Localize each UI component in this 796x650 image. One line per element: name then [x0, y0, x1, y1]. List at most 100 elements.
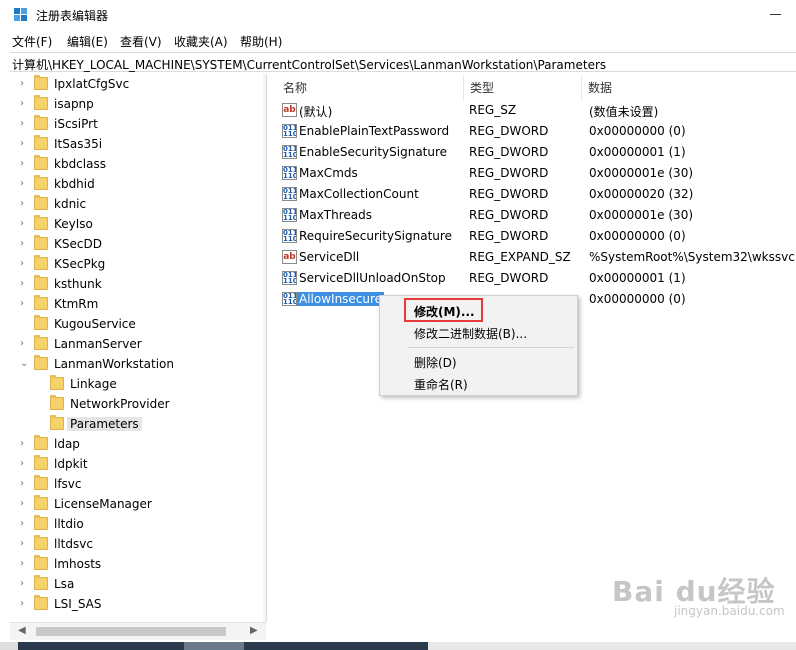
- chevron-right-icon[interactable]: ›: [20, 494, 30, 514]
- folder-icon: [34, 495, 48, 510]
- binary-value-icon: 011 110: [282, 271, 297, 285]
- binary-value-icon: 011 110: [282, 292, 297, 306]
- chevron-right-icon[interactable]: ›: [20, 434, 30, 454]
- folder-icon: [34, 335, 48, 350]
- value-row[interactable]: 011 110 RequireSecuritySignature REG_DWORD 0…: [277, 226, 796, 247]
- folder-icon: [34, 215, 48, 230]
- value-row[interactable]: 011 110 EnableSecuritySignature REG_DWORD 0x…: [277, 142, 796, 163]
- folder-open-icon: [34, 355, 48, 370]
- chevron-right-icon[interactable]: ›: [20, 94, 30, 114]
- window-title: 注册表编辑器: [36, 9, 109, 23]
- tree-vertical-scrollbar[interactable]: ▲ ▼: [263, 74, 267, 622]
- string-value-icon: ab: [282, 103, 297, 117]
- folder-icon: [34, 515, 48, 530]
- value-row[interactable]: 011 110 MaxThreads REG_DWORD 0x0000001e (30): [277, 205, 796, 226]
- menu-view[interactable]: 查看(V): [120, 33, 162, 50]
- chevron-right-icon[interactable]: ›: [20, 294, 30, 314]
- regedit-app-icon: [14, 8, 28, 22]
- value-row[interactable]: 011 110 MaxCollectionCount REG_DWORD 0x00000…: [277, 184, 796, 205]
- chevron-right-icon[interactable]: ›: [20, 454, 30, 474]
- watermark-url: jingyan.baidu.com: [674, 604, 785, 618]
- chevron-right-icon[interactable]: ›: [20, 214, 30, 234]
- tree-horizontal-scrollbar[interactable]: ◀ ▶: [10, 622, 266, 640]
- chevron-right-icon[interactable]: ›: [20, 254, 30, 274]
- folder-icon: [34, 195, 48, 210]
- menu-bar: 文件(F) 编辑(E) 查看(V) 收藏夹(A) 帮助(H): [0, 30, 796, 51]
- folder-icon: [34, 115, 48, 130]
- menu-edit[interactable]: 编辑(E): [67, 33, 108, 50]
- tree-expander: [36, 414, 46, 434]
- chevron-right-icon[interactable]: ›: [20, 534, 30, 554]
- folder-icon: [34, 555, 48, 570]
- title-bar: 注册表编辑器: [0, 0, 796, 30]
- folder-icon: [34, 175, 48, 190]
- folder-icon: [50, 375, 64, 390]
- folder-icon: [34, 575, 48, 590]
- folder-icon: [34, 455, 48, 470]
- address-path: 计算机\HKEY_LOCAL_MACHINE\SYSTEM\CurrentCon…: [12, 58, 607, 72]
- address-bar[interactable]: 计算机\HKEY_LOCAL_MACHINE\SYSTEM\CurrentCon…: [10, 52, 796, 72]
- chevron-right-icon[interactable]: ›: [20, 114, 30, 134]
- chevron-right-icon[interactable]: ›: [20, 334, 30, 354]
- highlight-annotation-box: [404, 298, 483, 322]
- value-row[interactable]: 011 110 EnablePlainTextPassword REG_DWORD 0x…: [277, 121, 796, 142]
- folder-icon: [34, 155, 48, 170]
- scroll-thumb[interactable]: [266, 92, 267, 310]
- chevron-right-icon[interactable]: ›: [20, 274, 30, 294]
- value-row[interactable]: 011 110 ServiceDllUnloadOnStop REG_DWORD 0x0…: [277, 268, 796, 289]
- chevron-right-icon[interactable]: ›: [20, 594, 30, 614]
- chevron-right-icon[interactable]: ›: [20, 574, 30, 594]
- value-row[interactable]: 011 110 MaxCmds REG_DWORD 0x0000001e (30): [277, 163, 796, 184]
- key-tree-pane: › IpxlatCfgSvc › isapnp › iScsiPrt › ItSas35…: [10, 74, 267, 622]
- menu-item-delete[interactable]: 删除(D): [414, 354, 457, 371]
- chevron-right-icon[interactable]: ›: [20, 194, 30, 214]
- binary-value-icon: 011 110: [282, 124, 297, 138]
- folder-icon: [34, 475, 48, 490]
- folder-icon: [34, 295, 48, 310]
- folder-icon: [34, 95, 48, 110]
- chevron-right-icon[interactable]: ›: [20, 234, 30, 254]
- folder-icon: [34, 235, 48, 250]
- folder-icon: [50, 395, 64, 410]
- chevron-right-icon[interactable]: ›: [20, 74, 30, 94]
- value-row[interactable]: ab (默认) REG_SZ (数值未设置): [277, 100, 796, 121]
- chevron-right-icon[interactable]: ›: [20, 514, 30, 534]
- folder-icon: [34, 535, 48, 550]
- tree-expander: [36, 394, 46, 414]
- folder-icon: [34, 255, 48, 270]
- chevron-down-icon[interactable]: ⌄: [20, 354, 30, 374]
- scroll-right-arrow-icon[interactable]: ▶: [250, 625, 258, 636]
- scroll-left-arrow-icon[interactable]: ◀: [18, 625, 26, 636]
- tree-expander: [20, 314, 30, 334]
- chevron-right-icon[interactable]: ›: [20, 554, 30, 574]
- folder-icon: [34, 435, 48, 450]
- menu-file[interactable]: 文件(F): [12, 33, 52, 50]
- folder-icon: [34, 315, 48, 330]
- binary-value-icon: 011 110: [282, 145, 297, 159]
- folder-icon: [34, 275, 48, 290]
- chevron-right-icon[interactable]: ›: [20, 134, 30, 154]
- column-header-data[interactable]: 数据: [582, 76, 796, 100]
- folder-icon: [50, 415, 64, 430]
- binary-value-icon: 011 110: [282, 208, 297, 222]
- chevron-right-icon[interactable]: ›: [20, 174, 30, 194]
- folder-icon: [34, 75, 48, 90]
- column-header-name[interactable]: 名称: [277, 76, 464, 100]
- binary-value-icon: 011 110: [282, 229, 297, 243]
- binary-value-icon: 011 110: [282, 187, 297, 201]
- list-header: 名称 类型 数据: [277, 76, 796, 100]
- scroll-thumb[interactable]: [36, 627, 226, 636]
- menu-separator: [408, 347, 574, 348]
- minimize-button[interactable]: [770, 14, 781, 15]
- folder-icon: [34, 135, 48, 150]
- menu-favorites[interactable]: 收藏夹(A): [174, 33, 228, 50]
- menu-item-modify-binary[interactable]: 修改二进制数据(B)...: [414, 325, 527, 342]
- column-header-type[interactable]: 类型: [464, 76, 582, 100]
- value-row[interactable]: ab ServiceDll REG_EXPAND_SZ %SystemRoot%\Sy…: [277, 247, 796, 268]
- chevron-right-icon[interactable]: ›: [20, 474, 30, 494]
- menu-item-rename[interactable]: 重命名(R): [414, 376, 468, 393]
- binary-value-icon: 011 110: [282, 166, 297, 180]
- menu-help[interactable]: 帮助(H): [240, 33, 282, 50]
- chevron-right-icon[interactable]: ›: [20, 154, 30, 174]
- tree-expander: [36, 374, 46, 394]
